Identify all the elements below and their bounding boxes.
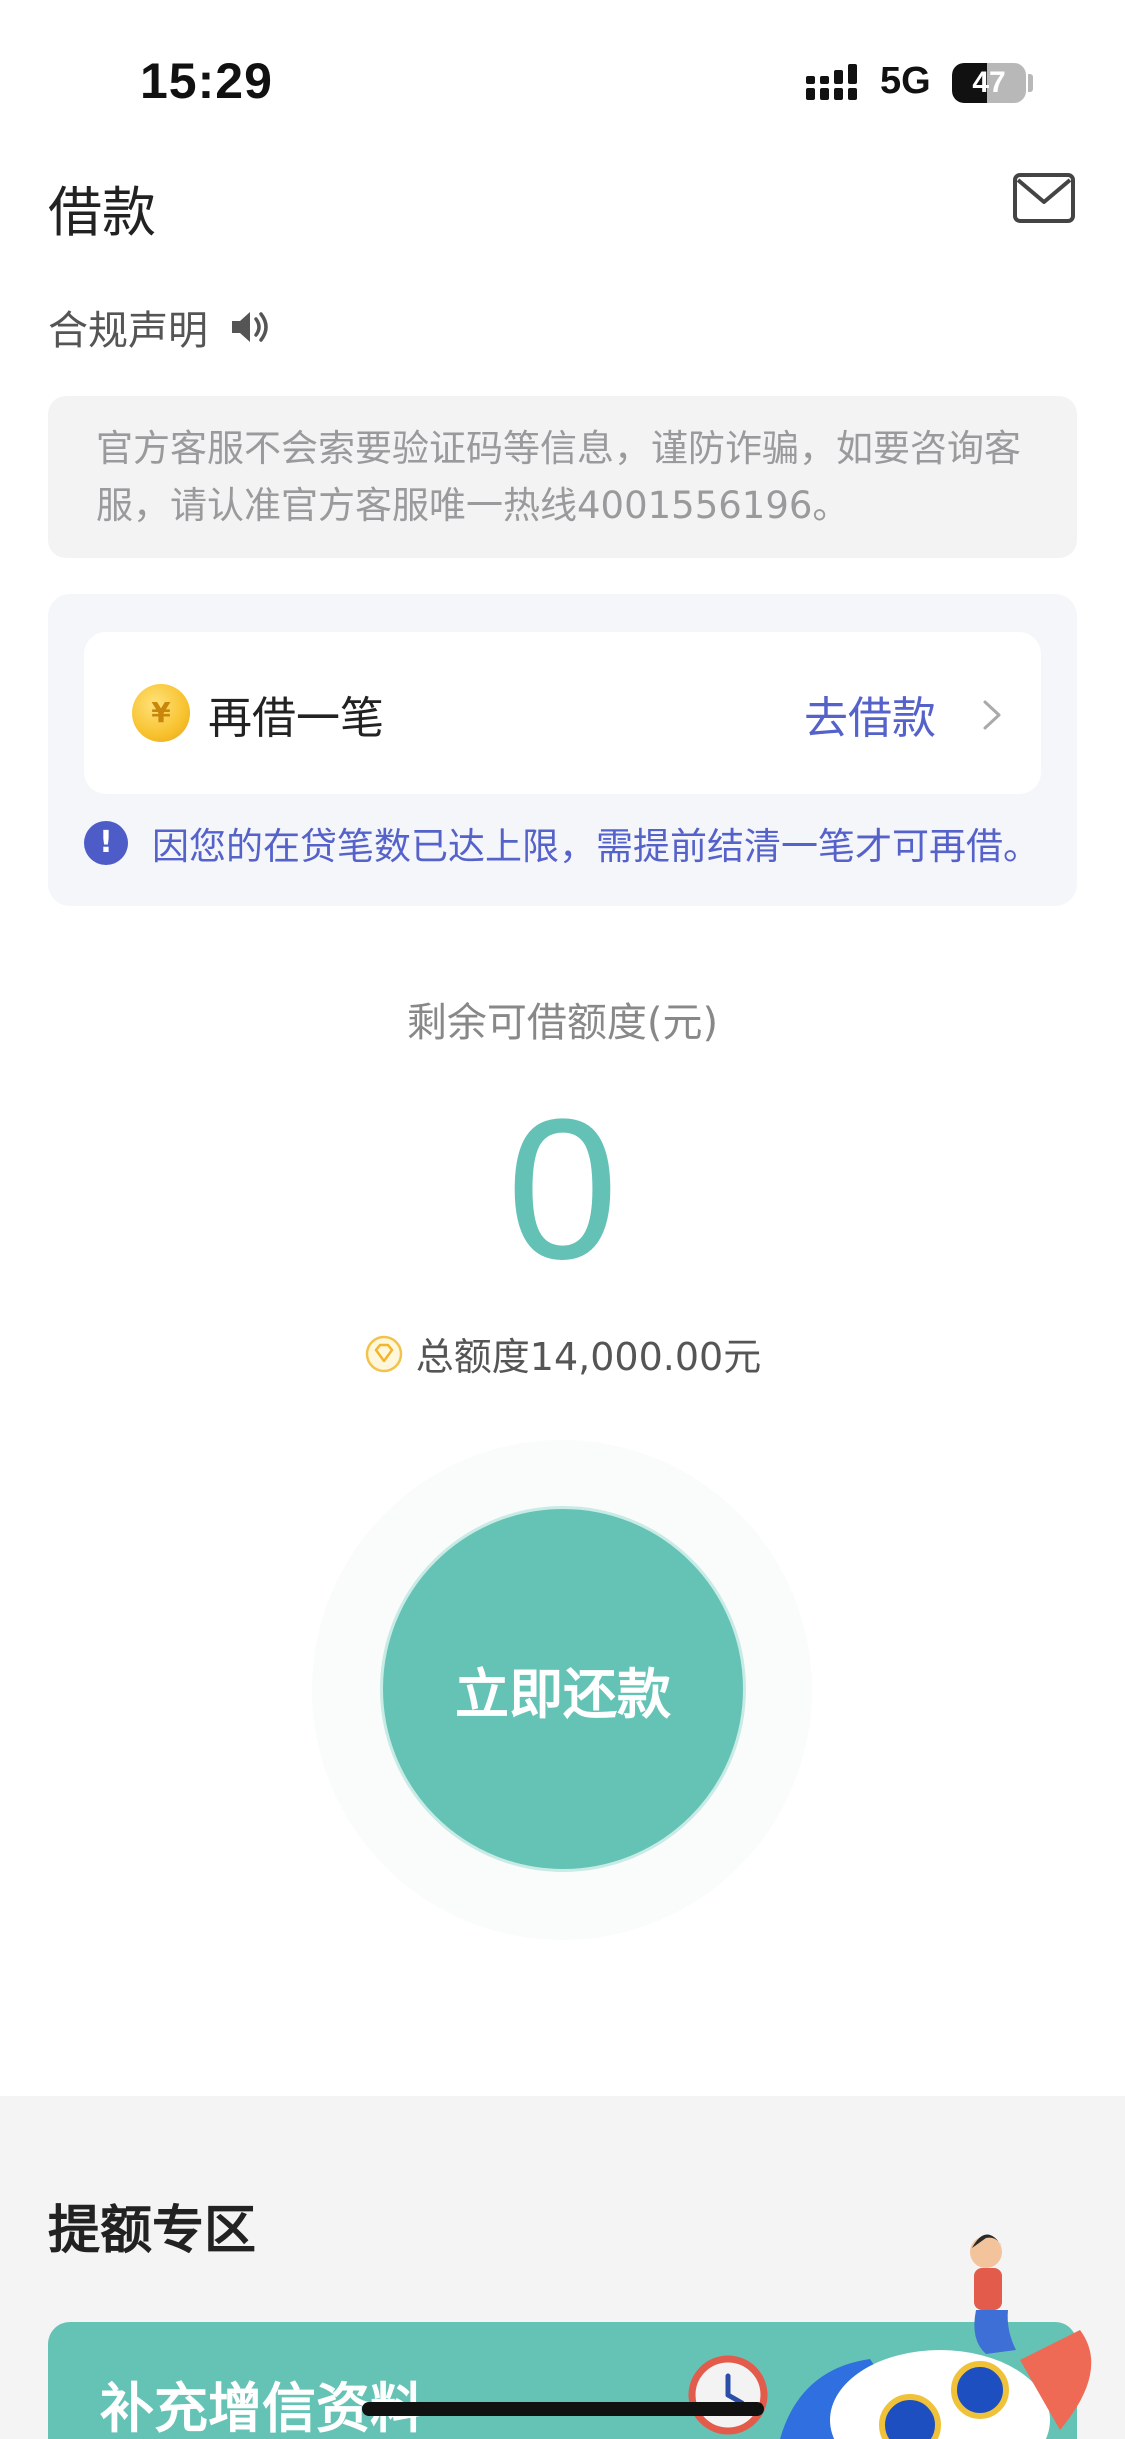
limit-warning: ! 因您的在贷笔数已达上限，需提前结清一笔才可再借。 [84, 816, 1040, 870]
credit-boost-title: 提额专区 [48, 2201, 257, 2261]
speaker-icon[interactable] [228, 305, 272, 349]
exclamation-icon: ! [84, 821, 128, 865]
compliance-statement[interactable]: 合规声明 [48, 298, 272, 356]
available-quota-label: 剩余可借额度(元) [406, 1000, 719, 1046]
status-time: 15:29 [140, 53, 273, 109]
limit-warning-text: 因您的在贷笔数已达上限，需提前结清一笔才可再借。 [152, 825, 1040, 868]
network-type: 5G [880, 60, 931, 102]
battery-tip [1028, 74, 1033, 92]
total-quota: 总额度14,000.00元 [0, 1326, 1125, 1381]
borrow-again-label: 再借一笔 [208, 693, 384, 744]
borrow-card: ¥ 再借一笔 去借款 ! 因您的在贷笔数已达上限，需提前结清一笔才可再借。 [48, 594, 1077, 906]
chevron-right-icon [983, 700, 1001, 730]
repay-now-button[interactable]: 立即还款 [380, 1506, 746, 1872]
diamond-badge-icon [365, 1335, 403, 1372]
mail-icon[interactable] [1012, 172, 1076, 224]
loan-page: 15:29 5G 47 借款 合规声明 官方客服不会索要验证码等信息，谨防诈骗，… [0, 0, 1125, 2439]
status-bar: 15:29 5G 47 [0, 0, 1125, 150]
available-quota-value: 0 [506, 1078, 619, 1301]
go-borrow-link[interactable]: 去借款 [804, 682, 936, 746]
home-indicator[interactable] [362, 2402, 764, 2416]
repay-now-label: 立即还款 [455, 1662, 671, 1726]
signal-icon [806, 64, 857, 100]
compliance-label: 合规声明 [48, 308, 208, 354]
anti-fraud-notice: 官方客服不会索要验证码等信息，谨防诈骗，如要咨询客服，请认准官方客服唯一热线40… [48, 396, 1077, 558]
battery-level: 47 [972, 66, 1006, 99]
page-title: 借款 [48, 181, 156, 244]
coin-symbol: ¥ [151, 696, 171, 729]
coin-icon: ¥ [132, 684, 190, 742]
borrow-again-row[interactable]: ¥ 再借一笔 去借款 [84, 632, 1041, 794]
total-quota-text: 总额度14,000.00元 [415, 1335, 762, 1379]
battery-icon: 47 [952, 63, 1026, 103]
